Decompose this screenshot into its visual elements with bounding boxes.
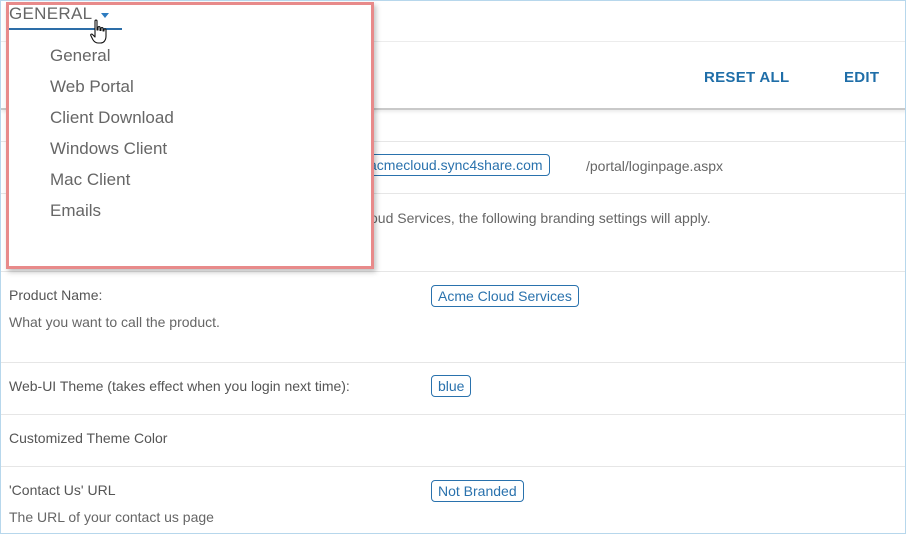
theme-label: Web-UI Theme (takes effect when you logi… (9, 378, 350, 394)
product-name-row: Product Name: What you want to call the … (1, 272, 905, 363)
theme-value: blue (431, 375, 472, 397)
contact-url-label: 'Contact Us' URL (9, 482, 116, 498)
section-dropdown-label: GENERAL (9, 4, 93, 23)
custom-color-label: Customized Theme Color (9, 430, 168, 446)
contact-url-value: Not Branded (431, 480, 524, 502)
contact-url-description: The URL of your contact us page (9, 509, 214, 525)
menu-item-web-portal[interactable]: Web Portal (50, 77, 134, 97)
product-name-description: What you want to call the product. (9, 314, 220, 330)
product-name-label: Product Name: (9, 287, 103, 303)
theme-row: Web-UI Theme (takes effect when you logi… (1, 363, 905, 415)
edit-button[interactable]: EDIT (844, 69, 879, 86)
menu-item-emails[interactable]: Emails (50, 201, 101, 221)
contact-url-row: 'Contact Us' URL The URL of your contact… (1, 467, 905, 533)
branding-note-text: oud Services, the following branding set… (370, 210, 711, 226)
section-dropdown-menu: General Web Portal Client Download Windo… (6, 2, 374, 269)
settings-panel: GENERAL RESET ALL EDIT acmecloud.sync4sh… (0, 0, 906, 534)
product-name-value: Acme Cloud Services (431, 285, 579, 307)
menu-item-client-download[interactable]: Client Download (50, 108, 174, 128)
login-path-text: /portal/loginpage.aspx (586, 158, 723, 174)
menu-item-mac-client[interactable]: Mac Client (50, 170, 130, 190)
menu-item-general[interactable]: General (50, 46, 110, 66)
menu-item-windows-client[interactable]: Windows Client (50, 139, 167, 159)
hand-pointer-icon (90, 19, 107, 44)
caret-down-icon (101, 13, 110, 18)
reset-all-button[interactable]: RESET ALL (704, 69, 789, 86)
custom-color-row: Customized Theme Color (1, 415, 905, 467)
login-domain-value: acmecloud.sync4share.com (362, 154, 550, 176)
